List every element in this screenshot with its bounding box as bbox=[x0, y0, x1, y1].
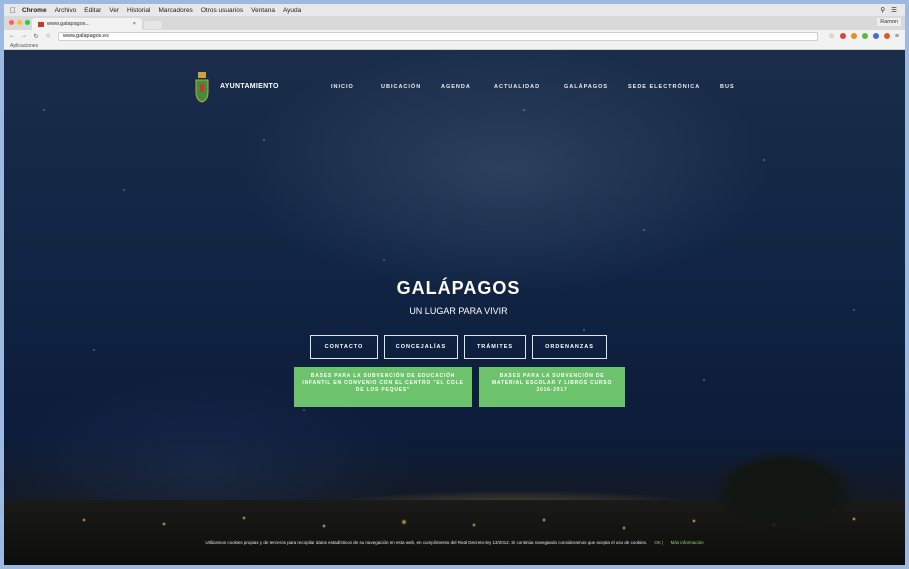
nav-ubicacion[interactable]: UBICACIÓN bbox=[381, 84, 421, 90]
window-controls bbox=[9, 20, 30, 25]
cookie-notice: Utilizamos cookies propias y de terceros… bbox=[4, 540, 905, 545]
search-icon[interactable]: ⚲ bbox=[880, 6, 885, 14]
nav-inicio[interactable]: INICIO bbox=[331, 84, 354, 90]
browser-toolbar: ← → ↻ ⌂ www.galapagos.es ☆ ≡ bbox=[4, 30, 905, 42]
extension-icon[interactable] bbox=[850, 33, 857, 39]
home-icon[interactable]: ⌂ bbox=[44, 33, 52, 39]
forward-arrow-icon[interactable]: → bbox=[20, 33, 28, 39]
menu-editar[interactable]: Editar bbox=[84, 7, 101, 14]
menu-app-name[interactable]: Chrome bbox=[22, 7, 47, 14]
menu-ventana[interactable]: Ventana bbox=[251, 7, 275, 14]
bookmarks-apps-link[interactable]: Aplicaciones bbox=[10, 43, 38, 49]
nav-actualidad[interactable]: ACTUALIDAD bbox=[494, 84, 540, 90]
zoom-window-button[interactable] bbox=[25, 20, 30, 25]
back-arrow-icon[interactable]: ← bbox=[8, 33, 16, 39]
subvencion-material-escolar-button[interactable]: BASES PARA LA SUBVENCIÓN DE MATERIAL ESC… bbox=[479, 367, 625, 407]
tab-strip: www.galapagos... × Ramon bbox=[4, 16, 905, 30]
close-tab-icon[interactable]: × bbox=[133, 21, 136, 27]
reload-icon[interactable]: ↻ bbox=[32, 33, 40, 40]
hero-subtitle: UN LUGAR PARA VIVIR bbox=[409, 306, 508, 316]
menu-marcadores[interactable]: Marcadores bbox=[158, 7, 192, 14]
site-brand[interactable]: AYUNTAMIENTO bbox=[220, 83, 279, 90]
apple-icon[interactable]:  bbox=[10, 6, 16, 15]
cookie-ok-link[interactable]: OK bbox=[654, 540, 661, 545]
tree-silhouette bbox=[714, 452, 854, 532]
ordenanzas-button[interactable]: ORDENANZAS bbox=[532, 335, 607, 359]
menu-bar-status: ⚲ ☰ bbox=[880, 6, 897, 14]
extension-icon[interactable] bbox=[883, 33, 890, 39]
extensions-area: ☆ ≡ bbox=[829, 32, 899, 41]
new-tab-button[interactable] bbox=[144, 21, 162, 29]
screen:  Chrome Archivo Editar Ver Historial Ma… bbox=[4, 4, 905, 565]
hero-title: GALÁPAGOS bbox=[396, 278, 521, 298]
nav-sede-electronica[interactable]: SEDE ELECTRÓNICA bbox=[628, 84, 700, 90]
concejalias-button[interactable]: CONCEJALÍAS bbox=[384, 335, 458, 359]
extension-icon[interactable] bbox=[872, 33, 879, 39]
browser-tab[interactable]: www.galapagos... × bbox=[32, 18, 142, 30]
menu-ayuda[interactable]: Ayuda bbox=[283, 7, 301, 14]
website-viewport: AYUNTAMIENTO INICIO UBICACIÓN AGENDA ACT… bbox=[4, 50, 905, 565]
tab-title: www.galapagos... bbox=[47, 21, 91, 27]
contacto-button[interactable]: CONTACTO bbox=[310, 335, 378, 359]
menu-icon[interactable]: ≡ bbox=[895, 33, 899, 40]
url-text: www.galapagos.es bbox=[63, 33, 109, 39]
extension-icon[interactable] bbox=[861, 33, 868, 39]
list-icon[interactable]: ☰ bbox=[891, 6, 897, 14]
cookie-text: Utilizamos cookies propias y de terceros… bbox=[205, 540, 648, 545]
site-navbar: AYUNTAMIENTO INICIO UBICACIÓN AGENDA ACT… bbox=[4, 72, 905, 108]
profile-button[interactable]: Ramon bbox=[877, 18, 901, 26]
address-bar[interactable]: www.galapagos.es bbox=[58, 31, 818, 41]
cookie-separator: | bbox=[662, 540, 664, 545]
nav-bus[interactable]: BUS bbox=[720, 84, 735, 90]
coat-of-arms-logo-icon[interactable] bbox=[194, 72, 210, 104]
menu-archivo[interactable]: Archivo bbox=[55, 7, 77, 14]
bookmarks-bar: Aplicaciones bbox=[4, 42, 905, 50]
menu-historial[interactable]: Historial bbox=[127, 7, 150, 14]
menu-otros-usuarios[interactable]: Otros usuarios bbox=[201, 7, 243, 14]
tramites-button[interactable]: TRÁMITES bbox=[464, 335, 526, 359]
site-favicon-icon bbox=[38, 21, 44, 27]
extension-icon[interactable] bbox=[839, 33, 846, 39]
nav-galapagos[interactable]: GALÁPAGOS bbox=[564, 84, 608, 90]
cookie-more-info-link[interactable]: Más información bbox=[671, 540, 704, 545]
mac-menu-bar:  Chrome Archivo Editar Ver Historial Ma… bbox=[4, 4, 905, 16]
subvencion-educacion-infantil-button[interactable]: BASES PARA LA SUBVENCIÓN DE EDUCACIÓN IN… bbox=[294, 367, 472, 407]
menu-ver[interactable]: Ver bbox=[109, 7, 119, 14]
nav-agenda[interactable]: AGENDA bbox=[441, 84, 471, 90]
minimize-window-button[interactable] bbox=[17, 20, 22, 25]
bookmark-star-icon[interactable]: ☆ bbox=[829, 32, 835, 40]
close-window-button[interactable] bbox=[9, 20, 14, 25]
